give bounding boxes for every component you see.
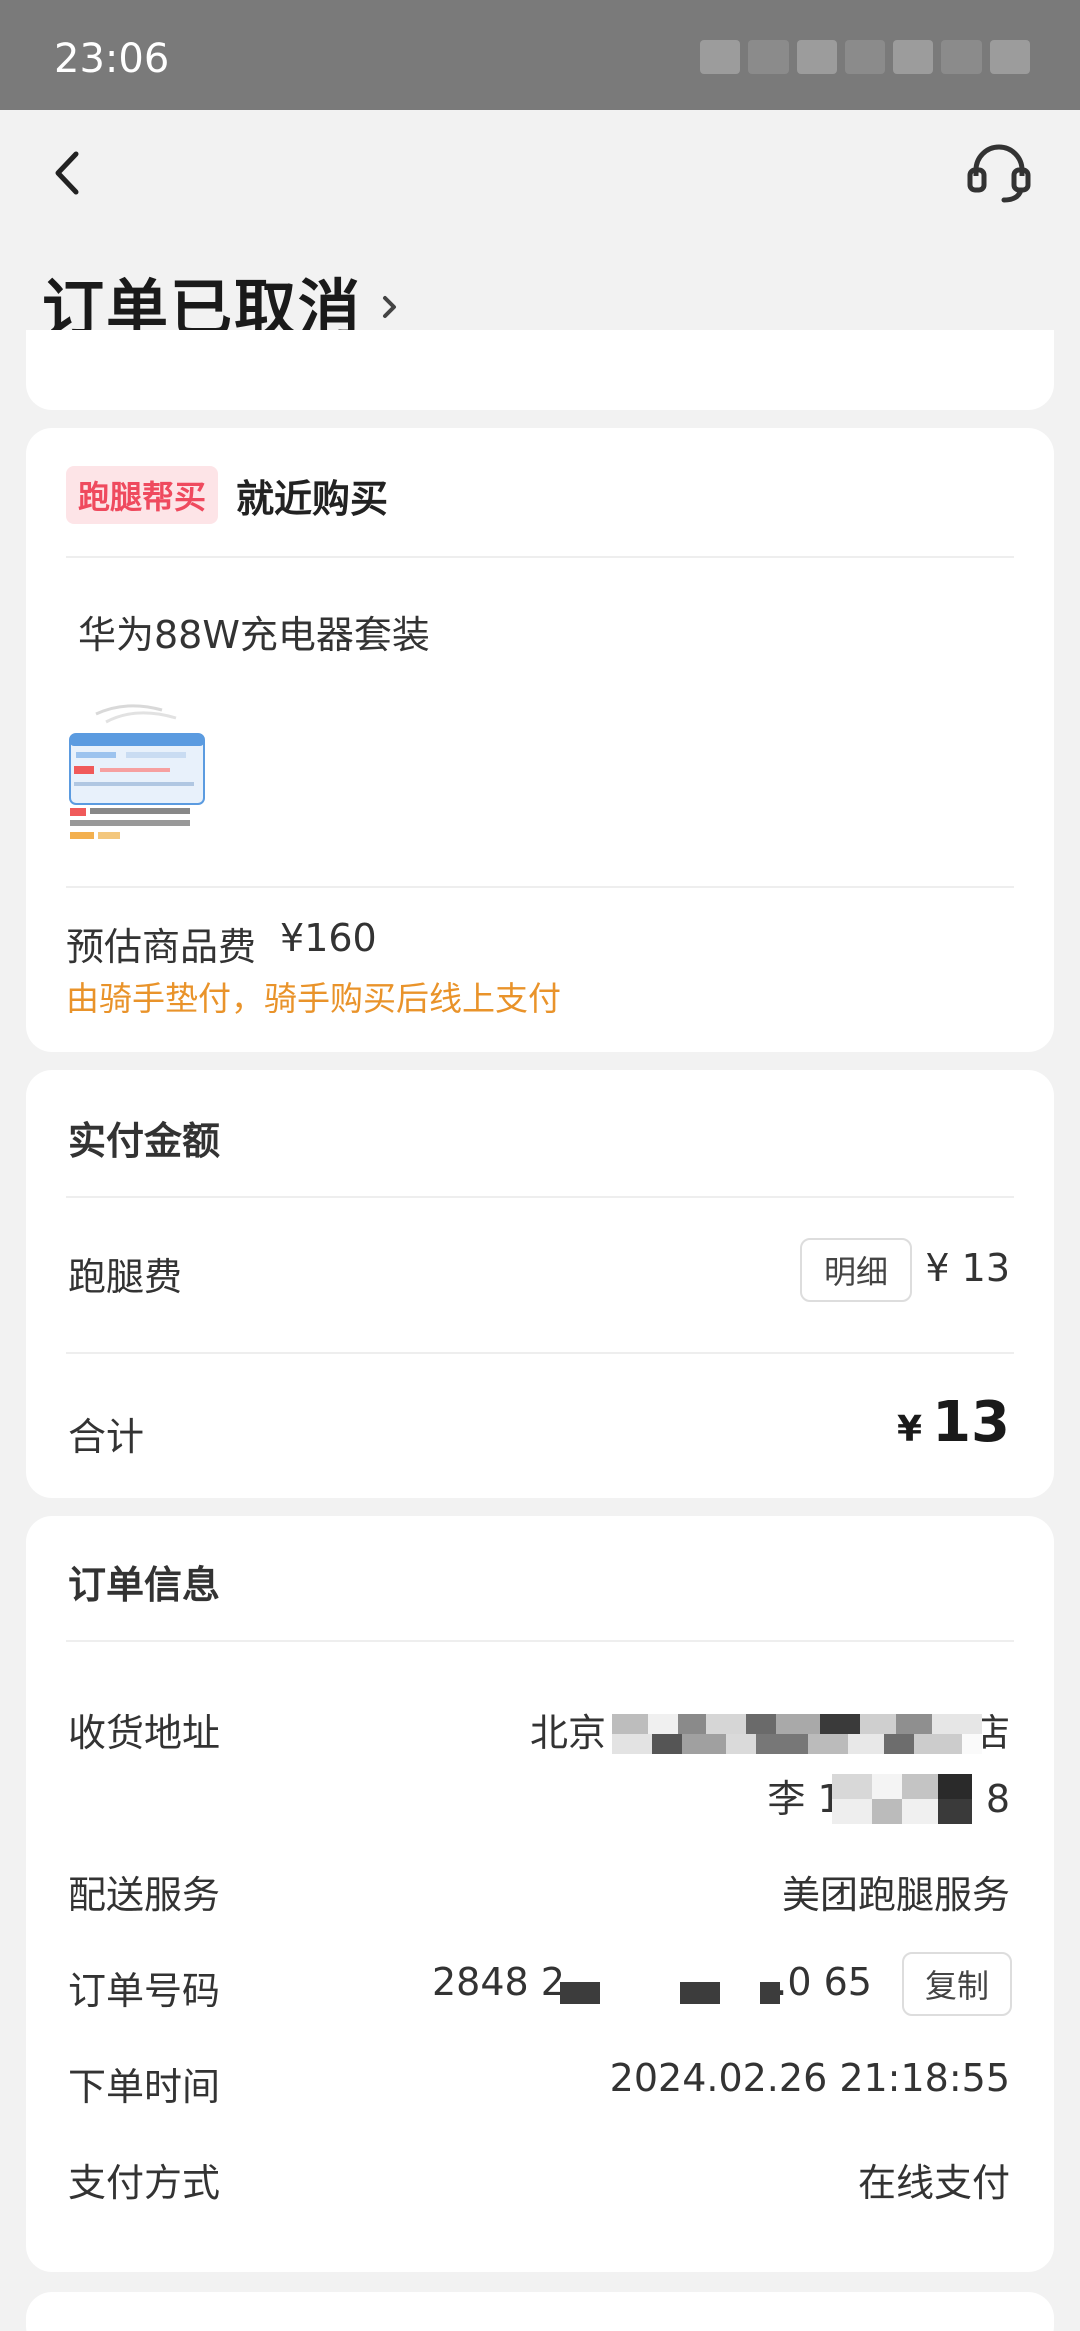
estimated-fee-row: 预估商品费 ¥160	[66, 916, 377, 971]
divider	[66, 1640, 1014, 1642]
order-number-start: 2848 2	[432, 1960, 565, 2004]
copy-order-number-button[interactable]: 复制	[902, 1952, 1012, 2016]
divider	[66, 1352, 1014, 1354]
status-bar: 23:06	[0, 0, 1080, 110]
errand-fee-label: 跑腿费	[68, 1255, 183, 1299]
estimated-fee-label: 预估商品费	[66, 925, 257, 969]
back-icon[interactable]	[48, 148, 88, 198]
order-time-label: 下单时间	[68, 2065, 221, 2109]
order-number-redaction	[560, 1982, 800, 2004]
fee-detail-button[interactable]: 明细	[800, 1238, 912, 1302]
errand-card: 跑腿帮买 就近购买 华为88W充电器套装 预估商品费 ¥160 由骑手垫付，骑手…	[26, 428, 1054, 1052]
total-value: 13	[932, 1390, 1010, 1455]
next-card-stub	[26, 2292, 1054, 2331]
errand-header: 跑腿帮买 就近购买	[66, 466, 388, 524]
address-label: 收货地址	[68, 1711, 221, 1755]
divider	[66, 1196, 1014, 1198]
delivery-value: 美团跑腿服务	[781, 1873, 1010, 1917]
order-time-value: 2024.02.26 21:18:55	[609, 2056, 1010, 2100]
status-time: 23:06	[54, 36, 170, 82]
payment-method-label: 支付方式	[68, 2161, 221, 2205]
fee-note: 由骑手垫付，骑手购买后线上支付	[66, 979, 561, 1018]
address-line2-end: 8	[985, 1777, 1010, 1821]
product-name: 华为88W充电器套装	[78, 613, 430, 657]
customer-service-icon[interactable]	[966, 142, 1032, 204]
order-info-card: 订单信息 收货地址 北京 酒店 李 178 配送服务 美团跑腿服务 订单号码 2…	[26, 1516, 1054, 2272]
address-redaction	[612, 1714, 982, 1754]
address-line1-start: 北京	[530, 1711, 607, 1755]
total-amount: ¥ 13	[897, 1390, 1010, 1455]
errand-type: 就近购买	[236, 476, 389, 521]
payment-title: 实付金额	[68, 1119, 221, 1163]
errand-tag: 跑腿帮买	[66, 466, 219, 524]
divider	[66, 556, 1014, 558]
payment-method-value: 在线支付	[857, 2161, 1010, 2205]
product-image[interactable]	[66, 696, 208, 846]
delivery-label: 配送服务	[68, 1873, 221, 1917]
estimated-fee-value: ¥160	[280, 916, 377, 960]
order-info-title: 订单信息	[68, 1563, 221, 1607]
divider	[66, 886, 1014, 888]
errand-fee-value: ¥ 13	[925, 1246, 1010, 1290]
total-currency: ¥	[897, 1409, 923, 1450]
status-card-stub	[26, 330, 1054, 410]
order-number-label: 订单号码	[68, 1969, 221, 2013]
status-icons-blurred	[700, 40, 1030, 74]
payment-card: 实付金额 跑腿费 明细 ¥ 13 合计 ¥ 13	[26, 1070, 1054, 1498]
chevron-right-icon	[383, 296, 397, 318]
total-label: 合计	[68, 1415, 145, 1459]
contact-redaction	[832, 1774, 972, 1824]
